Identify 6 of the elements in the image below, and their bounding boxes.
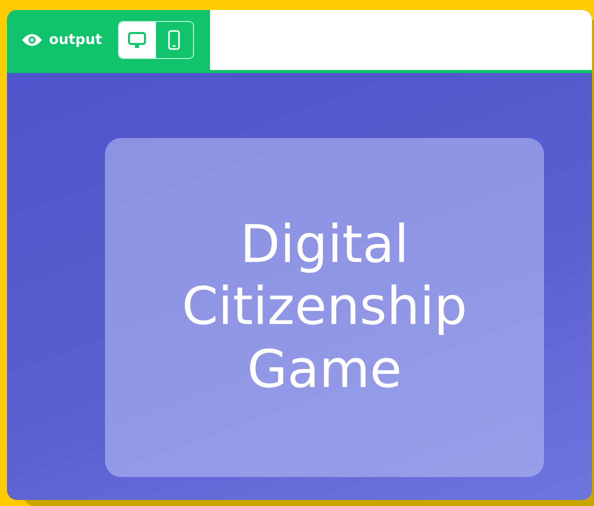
monitor-icon xyxy=(128,32,146,48)
output-label: output xyxy=(49,32,102,48)
eye-icon xyxy=(21,33,43,47)
phone-icon xyxy=(168,30,180,50)
game-title: Digital Citizenship Game xyxy=(180,214,468,402)
desktop-view-button[interactable] xyxy=(118,22,156,58)
